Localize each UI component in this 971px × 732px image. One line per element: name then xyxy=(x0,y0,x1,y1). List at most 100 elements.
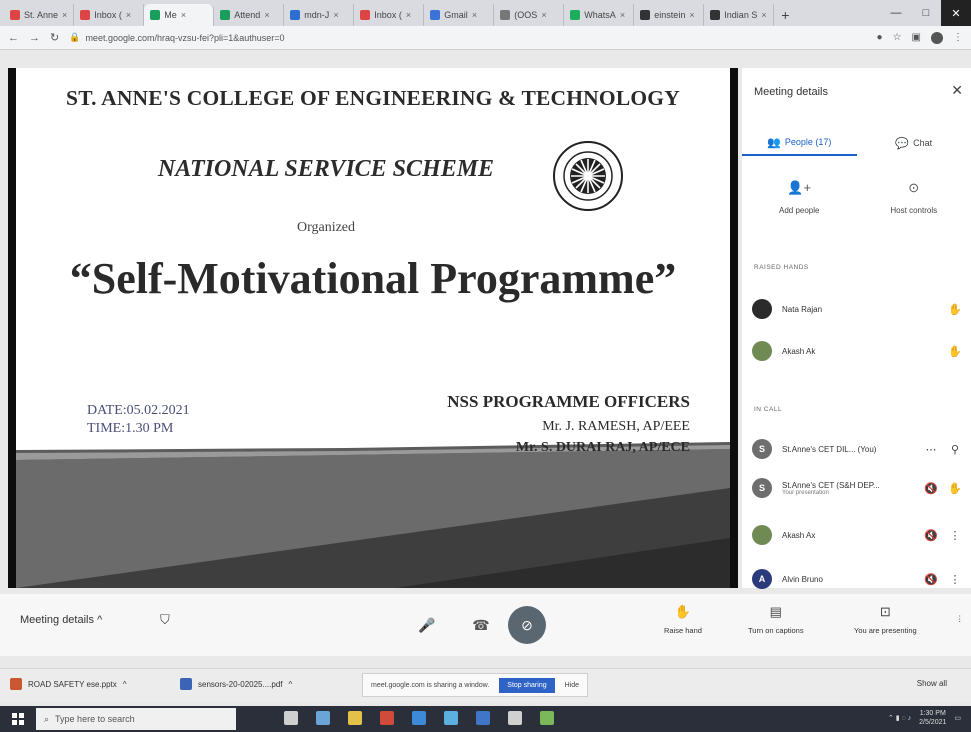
add-people-button[interactable]: 👤+ Add people xyxy=(742,180,857,215)
url-field[interactable]: 🔒 meet.google.com/hraq-vzsu-fei?pli=1&au… xyxy=(69,32,866,43)
windows-start-icon[interactable] xyxy=(12,713,24,725)
stop-sharing-button[interactable]: Stop sharing xyxy=(499,677,555,693)
browser-tab[interactable]: St. Anne × xyxy=(4,4,75,26)
camera-icon[interactable]: ● xyxy=(877,32,883,43)
tab-people[interactable]: 👥 People (17) xyxy=(742,130,857,156)
hide-button[interactable]: Hide xyxy=(565,682,579,689)
taskbar-app-icon[interactable] xyxy=(412,711,426,725)
more-icon[interactable]: ⋯ xyxy=(924,443,938,456)
taskbar-app-icon[interactable] xyxy=(476,711,490,725)
avatar xyxy=(752,525,772,545)
host-controls-button[interactable]: ⊙ Host controls xyxy=(857,180,971,215)
tab-close-icon[interactable]: × xyxy=(620,10,625,20)
tab-chat[interactable]: 💬 Chat xyxy=(857,130,971,156)
new-tab-button[interactable]: + xyxy=(774,4,796,26)
participant-row[interactable]: S St.Anne's CET DIL... (You) ⋯ ⚲ xyxy=(752,436,962,462)
taskbar-search-box[interactable]: ⌕ Type here to search xyxy=(36,708,236,730)
raised-hands-heading: RAISED HANDS xyxy=(754,264,809,271)
browser-tab[interactable]: Inbox (× xyxy=(74,4,145,26)
download-item-1[interactable]: ROAD SAFETY ese.pptx ^ xyxy=(10,678,127,690)
tab-close-icon[interactable]: × xyxy=(264,10,269,20)
profile-avatar[interactable] xyxy=(931,31,943,44)
raise-hand-button[interactable]: ✋ Raise hand xyxy=(664,604,702,635)
microphone-button[interactable]: 🎤 xyxy=(408,606,446,644)
browser-tab[interactable]: mdn-J × xyxy=(284,4,355,26)
tab-close-icon[interactable]: × xyxy=(472,10,477,20)
share-notice-text: meet.google.com is sharing a window. xyxy=(371,681,490,689)
pin-icon[interactable]: ⚲ xyxy=(948,443,962,456)
tray-icons[interactable]: ⌃ ▮ ◌ ♪ xyxy=(888,714,911,722)
taskbar-app-icon[interactable] xyxy=(540,711,554,725)
close-panel-icon[interactable]: ✕ xyxy=(951,82,963,99)
browser-tab[interactable]: Attend × xyxy=(214,4,285,26)
raised-hand-row[interactable]: Akash Ak ✋ xyxy=(752,338,962,364)
in-call-heading: IN CALL xyxy=(754,406,783,413)
tab-title: St. Anne xyxy=(24,10,59,20)
system-tray: ⌃ ▮ ◌ ♪ 1:30 PM 2/5/2021 ▭ xyxy=(888,709,961,727)
participant-row[interactable]: Akash Ax 🔇 ⋮ xyxy=(752,522,962,548)
notifications-icon[interactable]: ▭ xyxy=(954,714,961,722)
college-name: ST. ANNE'S COLLEGE OF ENGINEERING & TECH… xyxy=(66,86,680,110)
tab-close-icon[interactable]: × xyxy=(181,10,186,20)
tab-title: (OOS xyxy=(514,10,538,20)
chevron-up-icon: ^ xyxy=(97,614,103,626)
browser-tab[interactable]: Indian S × xyxy=(704,4,775,26)
star-icon[interactable]: ☆ xyxy=(893,32,902,43)
maximize-button[interactable]: □ xyxy=(911,0,941,26)
more-options-icon[interactable]: ⋮ xyxy=(956,614,964,623)
tab-close-icon[interactable]: × xyxy=(689,10,694,20)
captions-icon: ▤ xyxy=(769,604,782,619)
raised-hand-icon[interactable]: ✋ xyxy=(948,303,962,316)
browser-tab[interactable]: Me × xyxy=(144,4,215,26)
chevron-up-icon[interactable]: ^ xyxy=(289,680,293,689)
browser-tab[interactable]: Inbox (× xyxy=(354,4,425,26)
tab-close-icon[interactable]: × xyxy=(333,10,338,20)
browser-tab[interactable]: WhatsA × xyxy=(564,4,635,26)
forward-icon[interactable]: → xyxy=(29,32,40,44)
back-icon[interactable]: ← xyxy=(8,32,19,44)
search-icon: ⌕ xyxy=(44,713,50,724)
minimize-button[interactable]: — xyxy=(881,0,911,26)
shield-icon[interactable]: ⛉ xyxy=(160,612,170,628)
browser-tab[interactable]: einstein × xyxy=(634,4,705,26)
taskbar-app-icon[interactable] xyxy=(380,711,394,725)
taskbar-app-icon[interactable] xyxy=(284,711,298,725)
tab-close-icon[interactable]: × xyxy=(541,10,546,20)
browser-tab-strip: St. Anne × Inbox (× Me × Attend × mdn-J × Inbox (… xyxy=(0,0,971,26)
screen-share-notice: meet.google.com is sharing a window. Sto… xyxy=(362,673,589,697)
taskbar-app-icon[interactable] xyxy=(348,711,362,725)
more-options-icon[interactable]: ⋮ xyxy=(948,529,962,542)
meeting-details-button[interactable]: Meeting details ^ xyxy=(20,614,102,626)
tab-close-icon[interactable]: × xyxy=(761,10,766,20)
taskbar-app-icon[interactable] xyxy=(508,711,522,725)
download-item-2[interactable]: sensors-20-02025....pdf ^ xyxy=(180,678,292,690)
raised-hand-icon[interactable]: ✋ xyxy=(948,482,962,495)
taskbar-app-icon[interactable] xyxy=(316,711,330,725)
tab-favicon-icon xyxy=(430,10,441,20)
camera-off-button[interactable]: ⊘ xyxy=(508,606,546,644)
captions-button[interactable]: ▤ Turn on captions xyxy=(748,604,804,635)
browser-tab[interactable]: Gmail × xyxy=(424,4,495,26)
presenting-button[interactable]: ⊡ You are presenting xyxy=(854,604,917,635)
panel-title: Meeting details xyxy=(754,86,828,98)
raised-hand-row[interactable]: Nata Rajan ✋ xyxy=(752,296,962,322)
raised-hand-icon[interactable]: ✋ xyxy=(948,345,962,358)
tab-close-icon[interactable]: × xyxy=(62,10,67,20)
participant-row[interactable]: S St.Anne's CET (S&H DEP... Your presentat… xyxy=(752,475,962,501)
reload-icon[interactable]: ↻ xyxy=(50,31,59,44)
clock[interactable]: 1:30 PM 2/5/2021 xyxy=(919,709,946,727)
show-all-button[interactable]: Show all xyxy=(917,679,947,688)
menu-icon[interactable]: ⋮ xyxy=(953,32,963,43)
close-window-button[interactable]: ✕ xyxy=(941,0,971,26)
chevron-up-icon[interactable]: ^ xyxy=(123,680,127,689)
taskbar-app-icon[interactable] xyxy=(444,711,458,725)
tab-close-icon[interactable]: × xyxy=(406,10,411,20)
extensions-icon[interactable]: ▣ xyxy=(912,32,921,43)
more-options-icon[interactable]: ⋮ xyxy=(948,573,962,586)
leave-call-button[interactable]: ☎ xyxy=(462,606,500,644)
tab-favicon-icon xyxy=(290,10,301,20)
tab-close-icon[interactable]: × xyxy=(126,10,131,20)
participant-row[interactable]: A Alvin Bruno 🔇 ⋮ xyxy=(752,566,962,592)
panel-actions: 👤+ Add people ⊙ Host controls xyxy=(742,180,971,215)
browser-tab[interactable]: (OOS × xyxy=(494,4,565,26)
